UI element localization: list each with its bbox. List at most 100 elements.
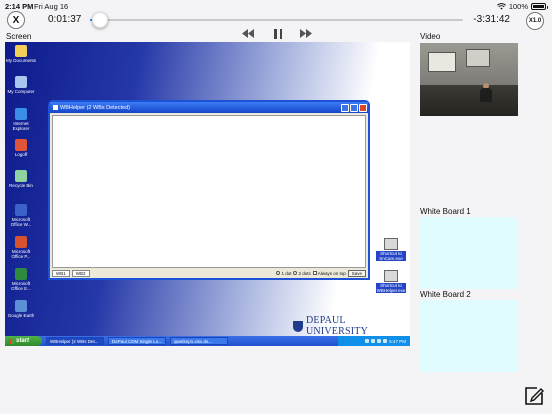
desktop-icon[interactable]: Google Earth	[6, 300, 36, 318]
system-tray: 5:47 PM	[338, 336, 410, 346]
radio-icon	[293, 271, 298, 275]
desktop-app-icon	[15, 108, 27, 120]
window-buttons	[341, 103, 368, 112]
window-titlebar[interactable]: WBHelper (2 WBs Detected)	[50, 102, 368, 113]
wbhelper-window[interactable]: WBHelper (2 WBs Detected) WB1 WB2 1 dot …	[48, 100, 370, 280]
white-board-1[interactable]	[420, 217, 517, 289]
radio-icon	[276, 271, 281, 275]
checkbox-icon	[312, 271, 317, 275]
status-date: Fri Aug 16	[34, 2, 69, 11]
taskbar-item[interactable]: DePaul CDM Single Lo...	[108, 337, 166, 345]
tray-icon[interactable]	[365, 339, 370, 343]
taskbar: start WBHelper (2 WBs Det... DePaul CDM …	[5, 336, 410, 346]
desktop-icon-label: Recycle Bin	[9, 183, 33, 188]
desktop-icon-label: My Documents	[6, 58, 37, 63]
desktop-icon-wbhelper[interactable]: Shortcut to WBHelper.exe	[376, 270, 406, 294]
rewind-icon[interactable]	[242, 29, 254, 38]
desktop-icon-label: Microsoft Office E...	[11, 281, 31, 292]
app-icon	[53, 105, 58, 110]
app-root: 2:14 PM Fri Aug 16 100% X 0:01:37 -3:31:…	[0, 0, 552, 414]
option-label: 2 dots	[298, 270, 311, 276]
pause-icon[interactable]	[274, 29, 282, 39]
minimize-icon[interactable]	[341, 103, 349, 112]
window-bottom-bar: WB1 WB2 1 dot 2 dots Always on top Save	[52, 269, 366, 277]
maximize-icon[interactable]	[350, 103, 358, 112]
desktop-icon[interactable]: Microsoft Office P...	[6, 236, 36, 259]
video-label: Video	[420, 32, 441, 41]
desktop-icon-label: Microsoft Office W...	[10, 217, 32, 228]
tray-clock: 5:47 PM	[389, 338, 406, 344]
desktop-app-icon	[15, 139, 27, 151]
desktop-icon-sncam[interactable]: Shortcut to SnCam.exe	[376, 238, 406, 262]
close-icon[interactable]	[359, 103, 367, 112]
battery-percent: 100%	[508, 2, 528, 11]
status-right: 100%	[496, 2, 548, 11]
desktop-icon-label: My Computer	[7, 89, 35, 94]
brand-text: DEPAUL UNIVERSITY	[306, 315, 368, 337]
video-thumbnail[interactable]	[420, 43, 518, 116]
desktop-icon-label: Microsoft Office P...	[11, 249, 31, 260]
desktop-icon-label: Shortcut to WBHelper.exe	[376, 283, 406, 294]
desktop-icon-label: Internet Explorer	[12, 121, 30, 132]
desktop-app-icon	[15, 236, 27, 248]
option-1-dot[interactable]: 1 dot	[276, 271, 291, 276]
video-projection	[466, 49, 490, 67]
tab-wb2[interactable]: WB2	[71, 269, 90, 277]
window-canvas[interactable]	[52, 115, 366, 268]
option-label: Always on top	[317, 270, 346, 276]
speed-button[interactable]: X1.0	[526, 12, 544, 30]
desktop-app-icon	[15, 76, 27, 88]
progress-knob[interactable]	[92, 12, 108, 28]
tray-icon[interactable]	[371, 339, 376, 343]
save-button[interactable]: Save	[347, 269, 366, 277]
tab-wb1[interactable]: WB1	[52, 269, 70, 277]
screen-label: Screen	[6, 32, 32, 41]
taskbar-item[interactable]: qwetknp1.xlsx.ds...	[170, 337, 228, 345]
fast-forward-icon[interactable]	[300, 29, 312, 38]
shortcut-icon	[384, 270, 398, 282]
desktop-icon-label: Logoff	[14, 152, 28, 157]
option-always-on-top[interactable]: Always on top	[312, 270, 346, 276]
shield-icon	[293, 320, 303, 332]
progress-track[interactable]	[90, 19, 463, 21]
depaul-logo: DEPAUL UNIVERSITY	[293, 315, 410, 337]
desktop-icon-label: Shortcut to SnCam.exe	[376, 251, 406, 262]
desktop-icon[interactable]: Microsoft Office E...	[6, 268, 36, 291]
battery-icon	[531, 3, 548, 10]
desktop-icon[interactable]: My Computer	[6, 76, 36, 94]
video-person	[480, 88, 492, 102]
desktop-icon-label: Google Earth	[7, 313, 35, 318]
desktop-icon[interactable]: Logoff	[6, 139, 36, 157]
desktop-icon[interactable]: Recycle Bin	[6, 170, 36, 188]
desktop-icon[interactable]: Microsoft Office W...	[6, 204, 36, 227]
windows-flag-icon	[9, 338, 14, 344]
desktop-icon[interactable]: Internet Explorer	[6, 108, 36, 131]
desktop-app-icon	[15, 300, 27, 312]
option-label: 1 dot	[281, 270, 292, 276]
wifi-icon	[496, 3, 506, 10]
video-desks	[420, 85, 518, 116]
start-label: start	[16, 338, 30, 344]
elapsed-time: 0:01:37	[48, 14, 82, 25]
edit-icon[interactable]	[523, 385, 545, 407]
tray-icon[interactable]	[383, 339, 388, 343]
start-button[interactable]: start	[5, 336, 42, 346]
desktop-app-icon	[15, 268, 27, 280]
window-title: WBHelper (2 WBs Detected)	[60, 104, 130, 111]
desktop-app-icon	[15, 45, 27, 57]
option-2-dots[interactable]: 2 dots	[293, 270, 311, 276]
video-whiteboard	[428, 52, 456, 72]
close-button[interactable]: X	[7, 11, 25, 29]
remaining-time: -3:31:42	[473, 14, 510, 25]
tray-icon[interactable]	[377, 339, 382, 343]
shortcut-icon	[384, 238, 398, 250]
desktop-app-icon	[15, 170, 27, 182]
status-time: 2:14 PM	[5, 2, 34, 11]
white-board-2-label: White Board 2	[420, 290, 471, 299]
desktop-icon[interactable]: My Documents	[6, 45, 36, 63]
taskbar-item[interactable]: WBHelper (2 WBs Det...	[46, 337, 104, 345]
white-board-2[interactable]	[420, 300, 517, 372]
screen-recording[interactable]: My Documents My Computer Internet Explorer…	[5, 42, 410, 346]
status-bar: 2:14 PM Fri Aug 16 100%	[0, 0, 552, 12]
desktop-app-icon	[15, 204, 27, 216]
